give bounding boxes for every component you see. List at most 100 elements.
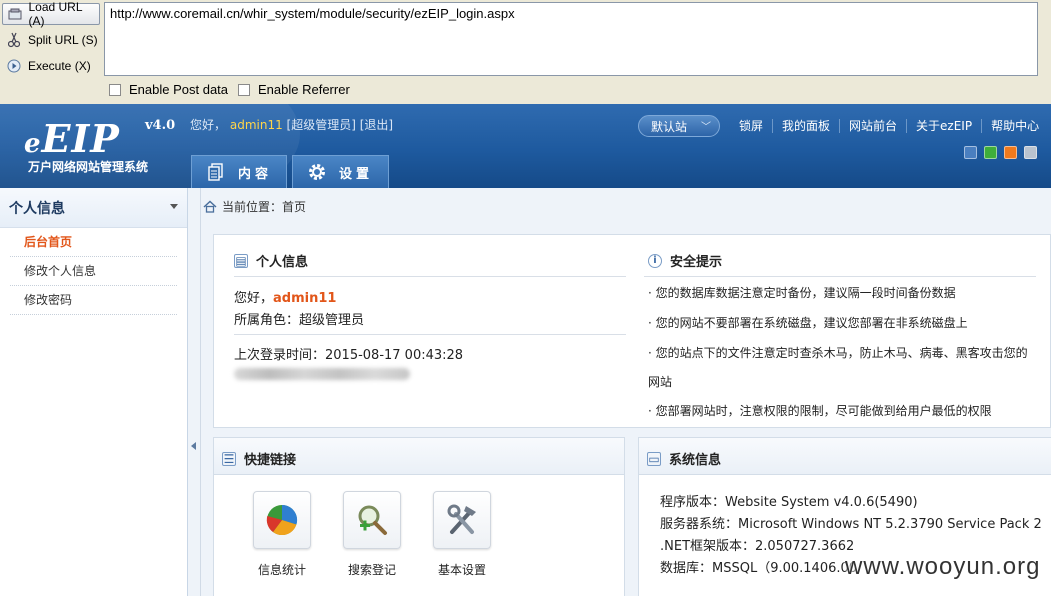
last-login-line: 上次登录时间：2015-08-17 00:43:28 <box>234 348 464 363</box>
home-icon <box>203 199 217 213</box>
role-line: 所属角色：超级管理员 <box>234 313 365 328</box>
system-info-title: 系统信息 <box>669 453 722 468</box>
user-greeting: 您好， admin11 [超级管理员] [退出] <box>190 116 393 133</box>
nav-help-center[interactable]: 帮助中心 <box>981 119 1048 133</box>
main-content: 当前位置： 首页 ▤ 个人信息 您好，admin11 所属角色：超级管理员 上次… <box>201 188 1051 596</box>
breadcrumb-current: 首页 <box>282 199 307 214</box>
security-tips-header: i 安全提示 <box>648 251 722 270</box>
document-icon <box>206 162 226 182</box>
split-url-button[interactable]: Split URL (S) <box>2 29 100 51</box>
server-os: 服务器系统：Microsoft Windows NT 5.2.3790 Serv… <box>660 517 1042 532</box>
skin-gray-button[interactable] <box>1024 146 1037 159</box>
split-url-label: Split URL (S) <box>28 33 98 47</box>
hello-name: admin11 <box>273 291 337 306</box>
security-tip: · 您的站点下的文件注意定时查杀木马，防止木马、病毒、黑客攻击您的网站 <box>648 346 1028 389</box>
program-version: 程序版本：Website System v4.0.6(5490) <box>660 495 918 510</box>
security-tip: · 您的网站不要部署在系统磁盘，建议您部署在非系统磁盘上 <box>648 316 968 330</box>
link-list-icon: ☰ <box>222 451 236 466</box>
sidebar-title: 个人信息 <box>9 200 65 217</box>
hello-line: 您好，admin11 <box>234 287 336 306</box>
logo: eEIP <box>24 116 120 161</box>
sidebar-item-change-password[interactable]: 修改密码 <box>10 286 177 315</box>
nav-lock-screen[interactable]: 锁屏 <box>730 119 772 133</box>
nav-site-frontend[interactable]: 网站前台 <box>839 119 906 133</box>
search-add-icon <box>343 491 401 549</box>
tab-settings[interactable]: 设置 <box>292 155 389 188</box>
personal-info-title: 个人信息 <box>256 255 309 270</box>
quick-links-header: ☰ 快捷链接 <box>222 449 296 468</box>
nav-my-panel[interactable]: 我的面板 <box>772 119 839 133</box>
skin-switcher <box>964 146 1044 159</box>
sidebar-section-header[interactable]: 个人信息 <box>0 188 187 228</box>
load-url-icon <box>7 6 22 22</box>
divider <box>234 276 626 277</box>
breadcrumb: 当前位置： 首页 <box>201 188 1051 224</box>
quick-link-search-register[interactable]: 搜索登记 <box>336 491 408 578</box>
execute-button[interactable]: Execute (X) <box>2 55 100 77</box>
collapse-arrow-icon[interactable] <box>191 442 196 450</box>
tools-icon <box>433 491 491 549</box>
dotnet-version: .NET框架版本：2.050727.3662 <box>660 539 855 554</box>
chevron-down-icon: ﹀ <box>701 122 711 133</box>
skin-orange-button[interactable] <box>1004 146 1017 159</box>
checkbox-box[interactable] <box>109 83 121 96</box>
personal-info-header: ▤ 个人信息 <box>234 251 308 270</box>
checkbox-box[interactable] <box>238 83 250 96</box>
security-tip: · 您的数据库数据注意定时备份，建议隔一段时间备份数据 <box>648 286 956 300</box>
quick-link-label: 基本设置 <box>437 563 486 577</box>
quick-links-title: 快捷链接 <box>244 453 297 468</box>
monitor-icon: ▭ <box>647 451 661 466</box>
load-url-button[interactable]: Load URL (A) <box>2 0 100 28</box>
play-icon <box>6 58 22 74</box>
quick-links-panel: ☰ 快捷链接 信息统计 搜索登记 基本设置 <box>213 437 625 596</box>
execute-label: Execute (X) <box>28 59 91 73</box>
database-version: 数据库：MSSQL（9.00.1406.00 <box>660 561 858 576</box>
enable-referrer-checkbox[interactable]: Enable Referrer <box>238 82 350 97</box>
site-select-value: 默认站 <box>651 119 688 134</box>
sidebar-item-edit-profile[interactable]: 修改个人信息 <box>10 257 177 286</box>
site-header: eEIP v4.0 万户网络网站管理系统 您好， admin11 [超级管理员]… <box>0 104 1051 188</box>
security-tip: · 您部署网站时，注意权限的限制，尽可能做到给用户最低的权限 <box>648 404 992 418</box>
scissors-icon <box>6 32 22 48</box>
url-textarea[interactable]: http://www.coremail.cn/whir_system/modul… <box>104 2 1038 76</box>
caret-down-icon <box>170 204 178 209</box>
redacted-login-ip <box>234 368 410 380</box>
gear-icon <box>307 162 327 182</box>
role-logout-links[interactable]: [超级管理员] [退出] <box>287 118 394 132</box>
security-tips-title: 安全提示 <box>670 255 723 270</box>
load-url-label: Load URL (A) <box>28 0 83 28</box>
quick-link-label: 搜索登记 <box>347 563 396 577</box>
enable-post-data-checkbox[interactable]: Enable Post data <box>109 82 228 97</box>
tab-content-label: 内容 <box>238 166 273 182</box>
sidebar-splitter[interactable] <box>188 188 201 596</box>
pie-chart-icon <box>253 491 311 549</box>
info-icon: i <box>648 253 662 268</box>
sidebar-item-dashboard[interactable]: 后台首页 <box>10 228 177 257</box>
divider <box>234 334 626 335</box>
overview-panel: ▤ 个人信息 您好，admin11 所属角色：超级管理员 上次登录时间：2015… <box>213 234 1051 428</box>
quick-link-basic-settings[interactable]: 基本设置 <box>426 491 498 578</box>
tab-settings-label: 设置 <box>339 166 374 182</box>
top-nav: 默认站 ﹀ 锁屏 我的面板 网站前台 关于ezEIP 帮助中心 <box>638 115 1048 137</box>
enable-referrer-label: Enable Referrer <box>258 82 350 97</box>
skin-blue-button[interactable] <box>964 146 977 159</box>
hackbar-toolbar: Load URL (A) Split URL (S) Execute (X) h… <box>0 0 1051 104</box>
site-select[interactable]: 默认站 ﹀ <box>638 115 720 137</box>
logo-subtitle: 万户网络网站管理系统 <box>28 160 149 174</box>
sidebar: 个人信息 后台首页 修改个人信息 修改密码 <box>0 188 188 596</box>
divider <box>644 276 1036 277</box>
hello-prefix: 您好， <box>234 291 274 306</box>
enable-post-data-label: Enable Post data <box>129 82 229 97</box>
quick-link-statistics[interactable]: 信息统计 <box>246 491 318 578</box>
greeting-prefix: 您好， <box>190 118 227 132</box>
logo-version: v4.0 <box>145 118 176 133</box>
tab-content[interactable]: 内容 <box>191 155 287 188</box>
user-name[interactable]: admin11 <box>230 118 283 132</box>
id-card-icon: ▤ <box>234 253 248 268</box>
watermark: www.wooyun.org <box>845 553 1041 580</box>
skin-green-button[interactable] <box>984 146 997 159</box>
quick-link-label: 信息统计 <box>257 563 306 577</box>
breadcrumb-label: 当前位置： <box>222 199 283 214</box>
nav-about[interactable]: 关于ezEIP <box>906 119 981 133</box>
system-info-header: ▭ 系统信息 <box>647 449 721 468</box>
